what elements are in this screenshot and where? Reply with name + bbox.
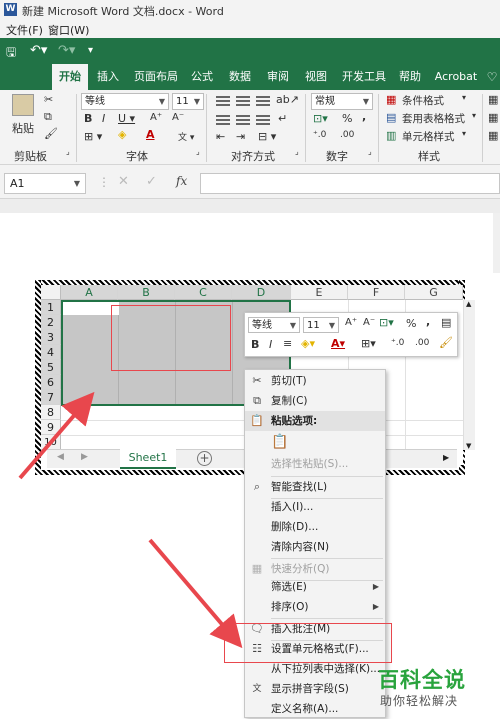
- watermark-subtitle: 助你轻松解决: [380, 694, 459, 708]
- watermark-title: 百科全说: [378, 668, 466, 692]
- watermark: 百科全说 助你轻松解决: [374, 664, 496, 714]
- arrow-to-selection: [18, 391, 95, 480]
- annotation-arrows: [18, 391, 243, 649]
- arrow-to-format-cells: [148, 538, 243, 649]
